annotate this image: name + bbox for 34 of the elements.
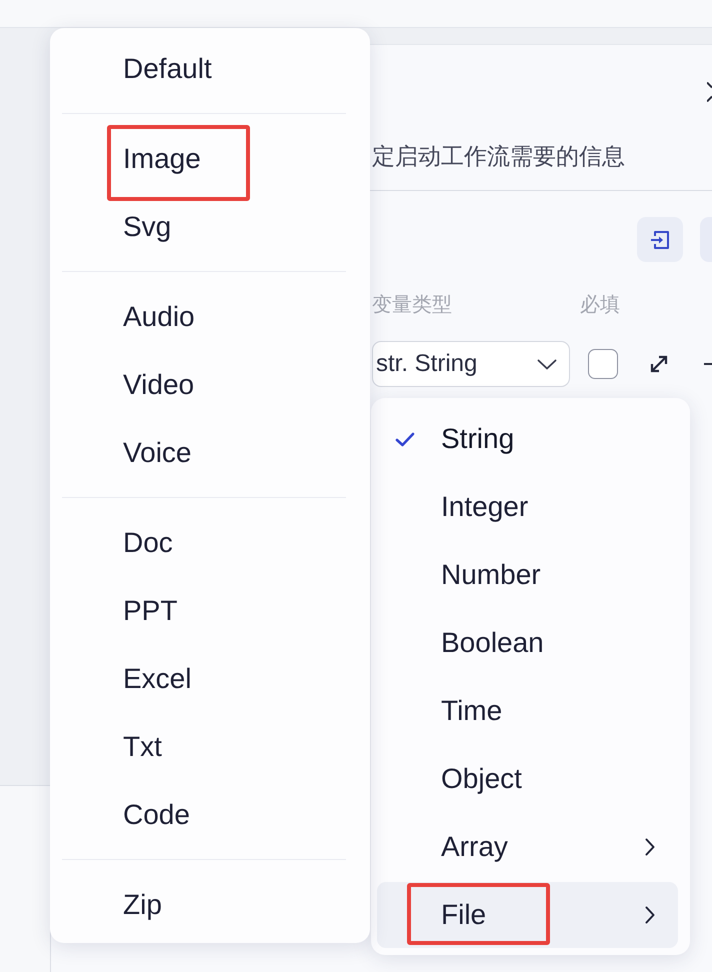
chevron-down-icon [537, 358, 557, 370]
menu-item[interactable]: Default [50, 35, 370, 103]
menu-item[interactable]: Object [377, 746, 678, 812]
menu-item[interactable]: Video [50, 351, 370, 419]
menu-item[interactable]: Zip [50, 871, 370, 939]
menu-item[interactable]: String [377, 406, 678, 472]
menu-item[interactable]: File [377, 882, 678, 948]
menu-item[interactable]: Doc [50, 509, 370, 577]
import-icon [649, 228, 671, 250]
menu-item[interactable]: Time [377, 678, 678, 744]
menu-item[interactable]: Audio [50, 283, 370, 351]
type-select[interactable]: str. String [372, 341, 570, 387]
menu-item[interactable]: Number [377, 542, 678, 608]
check-icon [395, 432, 415, 446]
chevron-right-icon [645, 906, 655, 924]
menu-item[interactable]: Voice [50, 419, 370, 487]
menu-item[interactable]: Code [50, 781, 370, 849]
chevron-right-icon [645, 838, 655, 856]
menu-item[interactable]: PPT [50, 577, 370, 645]
menu-item[interactable]: Array [377, 814, 678, 880]
minus-icon [704, 362, 712, 366]
menu-item[interactable]: Integer [377, 474, 678, 540]
import-button[interactable] [637, 217, 683, 262]
menu-item[interactable]: Svg [50, 193, 370, 261]
menu-item[interactable]: Excel [50, 645, 370, 713]
menu-item[interactable]: Txt [50, 713, 370, 781]
column-header: 必填 [580, 293, 620, 318]
expand-icon [648, 353, 670, 375]
column-header: 变量类型 [372, 293, 453, 318]
menu-item[interactable]: Image [50, 125, 370, 193]
menu-item[interactable]: Boolean [377, 610, 678, 676]
checkbox[interactable] [588, 349, 618, 379]
panel-description: 定启动工作流需要的信息 [372, 142, 626, 171]
close-icon [707, 82, 712, 102]
